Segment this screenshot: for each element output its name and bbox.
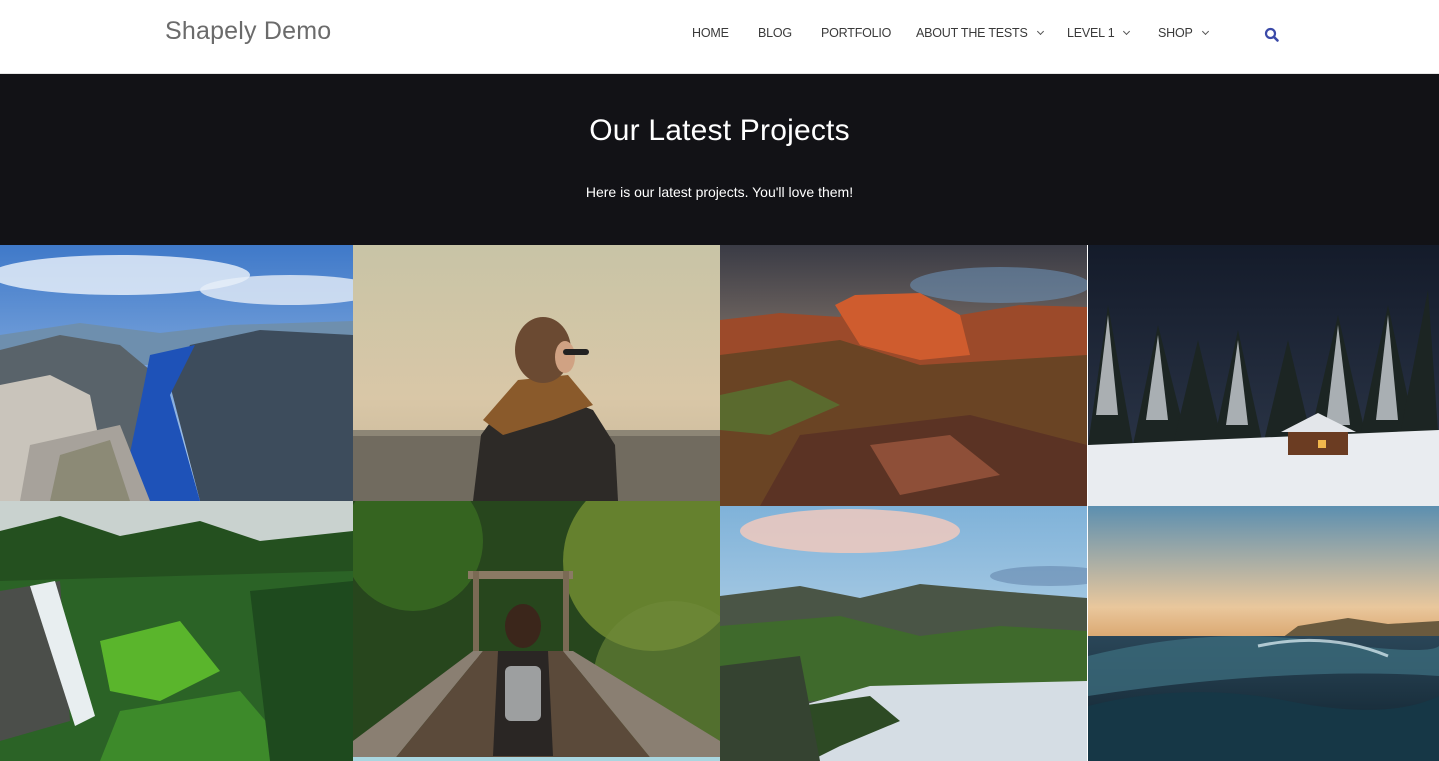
portfolio-item-bridge[interactable] [353, 501, 720, 761]
site-header: Shapely Demo HOME BLOG PORTFOLIO ABOUT T… [0, 0, 1439, 74]
portfolio-item-waterfall[interactable] [0, 501, 353, 761]
forest-waterfall-image [0, 501, 353, 761]
nav-item-label: BLOG [758, 26, 792, 40]
portfolio-item-cabin[interactable] [1088, 245, 1439, 506]
search-icon [1264, 27, 1279, 42]
nav-item-blog[interactable]: BLOG [758, 26, 792, 40]
chevron-down-icon [1036, 27, 1044, 36]
portfolio-item-ocean[interactable] [1088, 506, 1439, 761]
ocean-wave-sunset-image [1088, 506, 1439, 761]
nav-item-home[interactable]: HOME [692, 26, 729, 40]
hero-subtitle: Here is our latest projects. You'll love… [585, 184, 854, 200]
nav-item-label: HOME [692, 26, 729, 40]
rope-bridge-hiker-image [353, 501, 720, 761]
nav-item-label: SHOP [1158, 26, 1193, 40]
hero-section: Our Latest Projects Here is our latest p… [0, 74, 1439, 245]
nav-item-shop[interactable]: SHOP [1158, 26, 1209, 40]
nav-item-level-1[interactable]: LEVEL 1 [1067, 26, 1131, 40]
site-title[interactable]: Shapely Demo [165, 17, 331, 46]
chevron-down-icon [1123, 27, 1131, 36]
portfolio-item-fjord[interactable] [0, 245, 353, 501]
nav-item-portfolio[interactable]: PORTFOLIO [821, 26, 891, 40]
search-button[interactable] [1264, 27, 1280, 43]
mountain-lake-image [720, 506, 1087, 761]
snowy-cabin-night-image [1088, 245, 1439, 506]
portfolio-item-lake[interactable] [720, 506, 1087, 761]
fjord-landscape-image [0, 245, 353, 501]
portfolio-item-canyon[interactable] [720, 245, 1087, 506]
hero-title: Our Latest Projects [589, 114, 850, 147]
portfolio-item-portrait[interactable] [353, 245, 720, 501]
red-rock-canyon-image [720, 245, 1087, 506]
nav-item-label: LEVEL 1 [1067, 26, 1115, 40]
nav-item-about-the-tests[interactable]: ABOUT THE TESTS [916, 26, 1044, 40]
nav-item-label: PORTFOLIO [821, 26, 892, 40]
nav-item-label: ABOUT THE TESTS [916, 26, 1028, 40]
person-with-scarf-image [353, 245, 720, 501]
chevron-down-icon [1201, 27, 1209, 36]
